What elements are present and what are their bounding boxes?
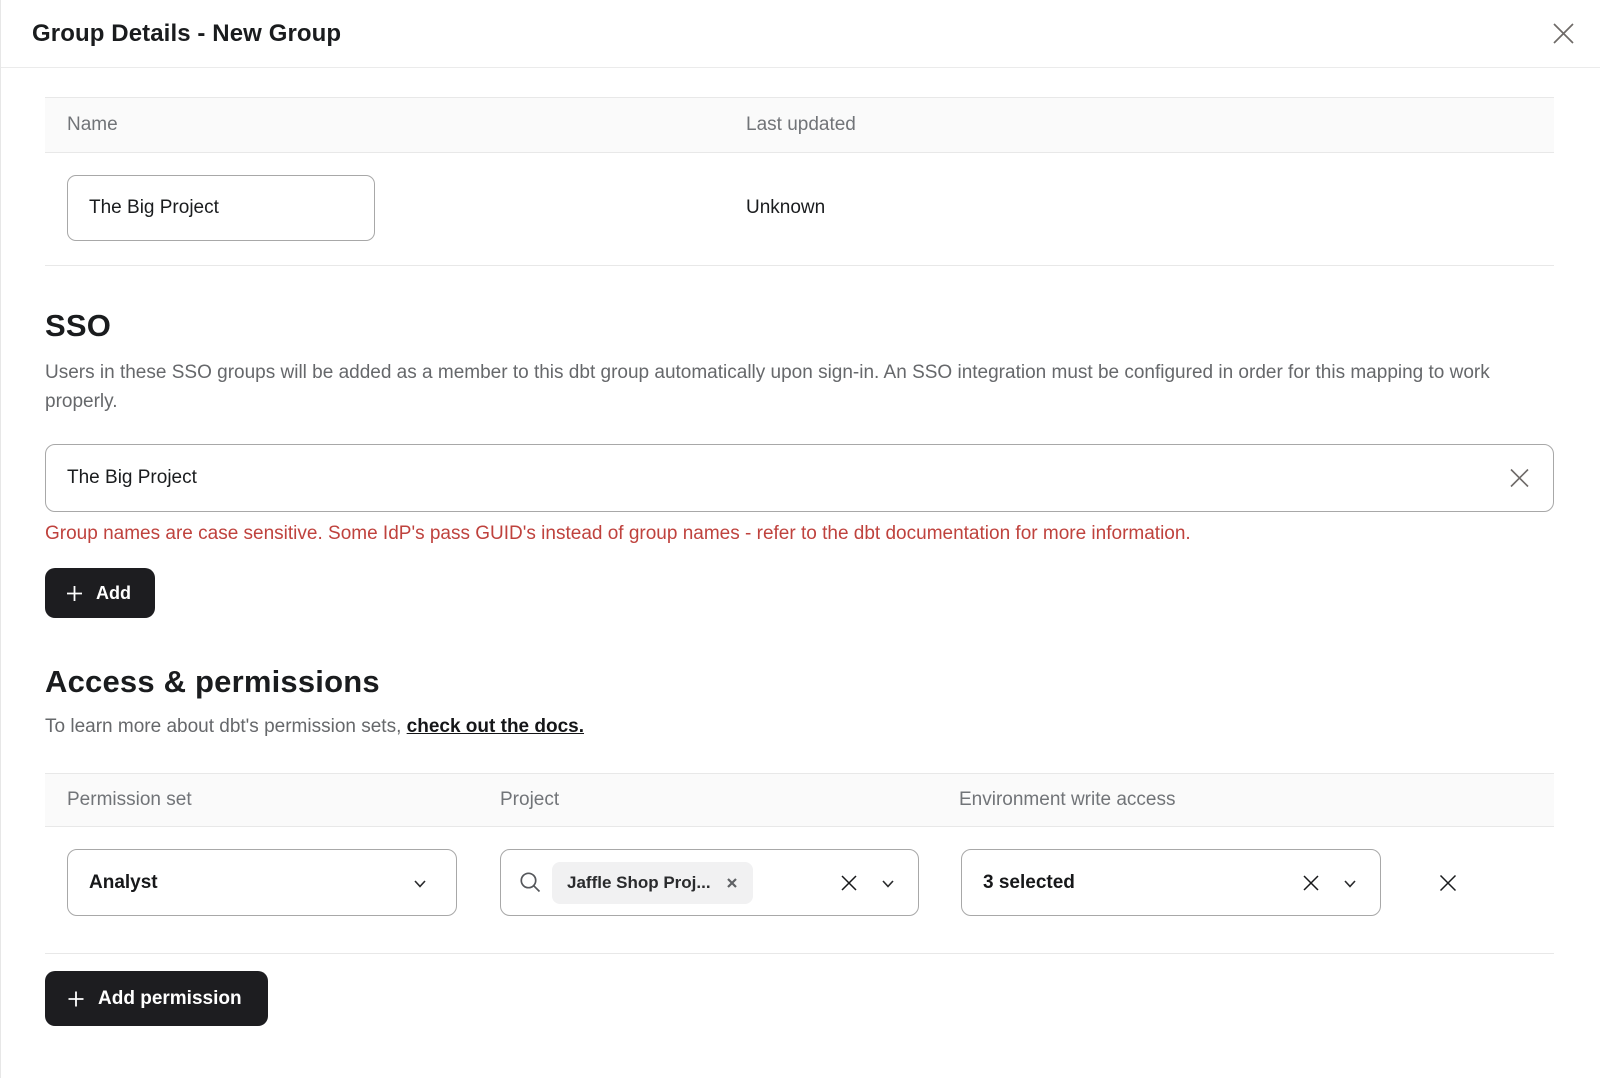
last-updated-value: Unknown <box>724 197 1554 219</box>
project-multiselect[interactable]: Jaffle Shop Proj... <box>500 849 919 916</box>
column-header-environment: Environment write access <box>959 789 1554 811</box>
plus-icon <box>65 584 84 603</box>
group-name-input[interactable] <box>67 175 375 241</box>
permissions-heading: Access & permissions <box>45 664 1554 700</box>
column-header-name: Name <box>45 114 724 136</box>
modal-header: Group Details - New Group <box>1 0 1600 68</box>
clear-x-icon <box>1507 466 1532 491</box>
chevron-down-icon <box>1340 873 1360 893</box>
sso-error-text: Group names are case sensitive. Some IdP… <box>45 523 1554 545</box>
project-clear-button[interactable] <box>838 872 860 894</box>
modal-content: Name Last updated Unknown SSO Users in t… <box>1 97 1600 1026</box>
clear-x-icon <box>838 872 860 894</box>
column-header-permission-set: Permission set <box>45 789 500 811</box>
permission-set-value: Analyst <box>89 872 158 894</box>
docs-link[interactable]: check out the docs. <box>407 716 584 737</box>
column-header-project: Project <box>500 789 959 811</box>
chevron-down-icon <box>410 873 430 893</box>
sso-description: Users in these SSO groups will be added … <box>45 358 1554 416</box>
clear-x-icon <box>1300 872 1322 894</box>
chevron-down-icon <box>878 873 898 893</box>
add-permission-button[interactable]: Add permission <box>45 971 268 1026</box>
environment-clear-button[interactable] <box>1300 872 1322 894</box>
add-permission-button-label: Add permission <box>98 988 242 1010</box>
tag-remove-x-icon <box>726 877 738 889</box>
project-tag-remove-button[interactable] <box>724 875 740 891</box>
delete-row-x-icon <box>1436 871 1460 895</box>
group-table-row: Unknown <box>45 153 1554 266</box>
sso-group-input[interactable] <box>45 444 1554 512</box>
permission-row: Analyst Jaffle Shop Proj... <box>45 827 1554 954</box>
sso-add-button[interactable]: Add <box>45 568 155 618</box>
sso-group-clear-button[interactable] <box>1507 466 1532 491</box>
project-tag-label: Jaffle Shop Proj... <box>567 873 711 893</box>
permission-set-select[interactable]: Analyst <box>67 849 457 916</box>
sso-add-button-label: Add <box>96 583 131 604</box>
permissions-table-header: Permission set Project Environment write… <box>45 773 1554 827</box>
close-button[interactable] <box>1546 17 1580 51</box>
project-tag: Jaffle Shop Proj... <box>552 862 753 904</box>
sso-group-field <box>45 444 1554 512</box>
group-details-modal: Group Details - New Group Name Last upda… <box>0 0 1600 1078</box>
modal-title: Group Details - New Group <box>32 20 341 48</box>
sso-heading: SSO <box>45 308 1554 344</box>
close-icon <box>1550 20 1577 47</box>
column-header-last-updated: Last updated <box>724 114 1554 136</box>
permissions-description: To learn more about dbt's permission set… <box>45 716 1554 738</box>
search-icon <box>518 870 543 895</box>
delete-permission-row-button[interactable] <box>1436 871 1460 895</box>
plus-icon <box>66 989 86 1009</box>
group-table-header: Name Last updated <box>45 97 1554 153</box>
permissions-description-text: To learn more about dbt's permission set… <box>45 716 407 737</box>
environment-access-value: 3 selected <box>983 872 1075 894</box>
environment-access-multiselect[interactable]: 3 selected <box>961 849 1381 916</box>
